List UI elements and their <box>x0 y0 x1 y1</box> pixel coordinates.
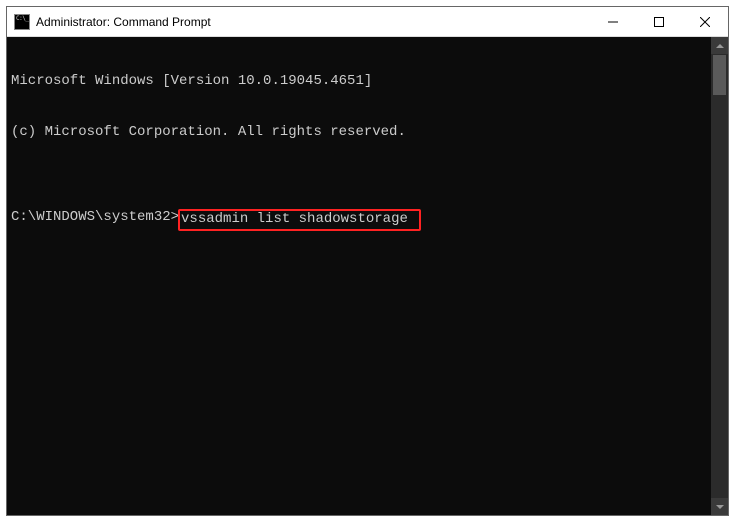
minimize-button[interactable] <box>590 7 636 36</box>
close-button[interactable] <box>682 7 728 36</box>
version-line: Microsoft Windows [Version 10.0.19045.46… <box>11 73 707 90</box>
scroll-thumb[interactable] <box>713 55 726 95</box>
terminal-client-area: Microsoft Windows [Version 10.0.19045.46… <box>7 37 728 515</box>
command-text: vssadmin list shadowstorage <box>181 211 408 227</box>
terminal-output[interactable]: Microsoft Windows [Version 10.0.19045.46… <box>7 37 711 515</box>
prompt-path: C:\WINDOWS\system32> <box>11 209 179 226</box>
window-title: Administrator: Command Prompt <box>36 15 590 29</box>
window-controls <box>590 7 728 36</box>
maximize-button[interactable] <box>636 7 682 36</box>
command-prompt-window: Administrator: Command Prompt Microsoft … <box>6 6 729 516</box>
copyright-line: (c) Microsoft Corporation. All rights re… <box>11 124 707 141</box>
scroll-down-button[interactable] <box>711 498 728 515</box>
cmd-icon <box>14 14 30 30</box>
minimize-icon <box>608 17 618 27</box>
titlebar[interactable]: Administrator: Command Prompt <box>7 7 728 37</box>
close-icon <box>700 17 710 27</box>
chevron-down-icon <box>716 503 724 511</box>
scroll-up-button[interactable] <box>711 37 728 54</box>
chevron-up-icon <box>716 42 724 50</box>
command-highlight: vssadmin list shadowstorage <box>178 209 421 231</box>
maximize-icon <box>654 17 664 27</box>
prompt-line: C:\WINDOWS\system32>vssadmin list shadow… <box>11 209 707 231</box>
vertical-scrollbar[interactable] <box>711 37 728 515</box>
